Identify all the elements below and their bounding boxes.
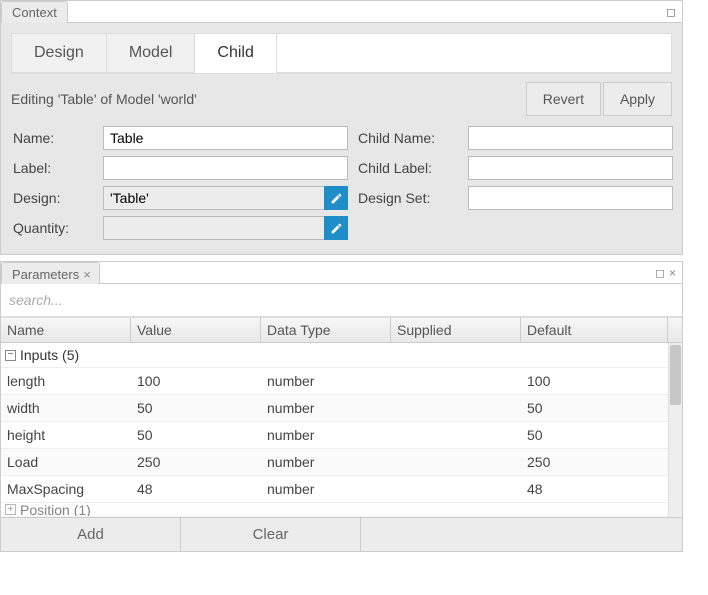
scroll-thumb[interactable] <box>670 345 681 405</box>
parameters-body: Name Value Data Type Supplied Default − … <box>1 284 682 551</box>
tab-child[interactable]: Child <box>195 34 276 73</box>
designset-input[interactable] <box>468 186 673 210</box>
quantity-input-group <box>103 216 348 240</box>
editing-row: Editing 'Table' of Model 'world' Revert … <box>1 74 682 120</box>
close-panel-icon[interactable]: × <box>669 266 676 280</box>
footer-spacer <box>361 518 682 551</box>
name-label: Name: <box>13 130 93 146</box>
group-row-inputs[interactable]: − Inputs (5) <box>1 343 668 368</box>
parameters-tab[interactable]: Parameters × <box>1 262 100 284</box>
table-row[interactable]: MaxSpacing 48 number 48 <box>1 476 668 503</box>
name-input[interactable] <box>103 126 348 150</box>
context-panel: Context ◻ Design Model Child Editing 'Ta… <box>0 0 683 255</box>
col-value[interactable]: Value <box>131 318 261 342</box>
label-input[interactable] <box>103 156 348 180</box>
cell-name: height <box>1 422 131 448</box>
cell-default: 48 <box>521 476 668 502</box>
group-row-position[interactable]: + Position (1) <box>1 503 668 517</box>
maximize-icon[interactable]: ◻ <box>655 266 665 280</box>
cell-name: Load <box>1 449 131 475</box>
params-window-icons: ◻ × <box>649 262 682 284</box>
cell-supplied <box>391 476 521 502</box>
table-row[interactable]: width 50 number 50 <box>1 395 668 422</box>
inner-tabs: Design Model Child <box>12 34 671 73</box>
col-scroll-gutter <box>668 318 682 342</box>
group-label: Inputs (5) <box>20 347 79 363</box>
design-edit-button[interactable] <box>324 186 348 210</box>
cell-default: 250 <box>521 449 668 475</box>
form-grid: Name: Child Name: Label: Child Label: De… <box>1 120 682 254</box>
cell-value[interactable]: 250 <box>131 449 261 475</box>
quantity-label: Quantity: <box>13 220 93 236</box>
quantity-edit-button[interactable] <box>324 216 348 240</box>
apply-button[interactable]: Apply <box>603 82 672 116</box>
label-label: Label: <box>13 160 93 176</box>
cell-supplied <box>391 422 521 448</box>
cell-dtype: number <box>261 395 391 421</box>
tab-model[interactable]: Model <box>107 34 196 73</box>
cell-supplied <box>391 368 521 394</box>
maximize-icon[interactable]: ◻ <box>666 1 682 23</box>
col-supplied[interactable]: Supplied <box>391 318 521 342</box>
context-tab-row: Context ◻ <box>1 1 682 23</box>
context-tab[interactable]: Context <box>1 1 68 23</box>
cell-supplied <box>391 395 521 421</box>
childlabel-label: Child Label: <box>358 160 458 176</box>
childname-label: Child Name: <box>358 130 458 146</box>
revert-button[interactable]: Revert <box>526 82 601 116</box>
clear-button[interactable]: Clear <box>181 518 361 551</box>
quantity-input[interactable] <box>103 216 324 240</box>
context-body: Design Model Child Editing 'Table' of Mo… <box>1 33 682 254</box>
scrollbar[interactable] <box>668 343 682 517</box>
pencil-icon <box>330 222 343 235</box>
cell-dtype: number <box>261 422 391 448</box>
design-input-group <box>103 186 348 210</box>
cell-dtype: number <box>261 476 391 502</box>
cell-value[interactable]: 48 <box>131 476 261 502</box>
pencil-icon <box>330 192 343 205</box>
tab-spacer <box>67 1 666 23</box>
childlabel-input[interactable] <box>468 156 673 180</box>
grid-header: Name Value Data Type Supplied Default <box>1 318 682 343</box>
cell-dtype: number <box>261 449 391 475</box>
childname-input[interactable] <box>468 126 673 150</box>
parameters-panel: Parameters × ◻ × Name Value Data Type Su… <box>0 261 683 552</box>
collapse-icon[interactable]: − <box>5 350 16 361</box>
parameters-grid: Name Value Data Type Supplied Default − … <box>1 317 682 551</box>
group-label: Position (1) <box>20 503 91 517</box>
parameters-tab-label: Parameters <box>12 267 79 282</box>
grid-footer: Add Clear <box>1 517 682 551</box>
parameters-tab-row: Parameters × ◻ × <box>1 262 682 284</box>
cell-name: width <box>1 395 131 421</box>
tab-design[interactable]: Design <box>12 34 107 73</box>
design-label: Design: <box>13 190 93 206</box>
inner-tabs-wrap: Design Model Child <box>11 33 672 74</box>
designset-label: Design Set: <box>358 190 458 206</box>
cell-name: length <box>1 368 131 394</box>
close-icon[interactable]: × <box>83 267 91 282</box>
cell-value[interactable]: 50 <box>131 422 261 448</box>
add-button[interactable]: Add <box>1 518 181 551</box>
search-input[interactable] <box>1 284 682 317</box>
cell-supplied <box>391 449 521 475</box>
cell-value[interactable]: 100 <box>131 368 261 394</box>
expand-icon[interactable]: + <box>5 504 16 515</box>
cell-value[interactable]: 50 <box>131 395 261 421</box>
cell-name: MaxSpacing <box>1 476 131 502</box>
col-default[interactable]: Default <box>521 318 668 342</box>
table-row[interactable]: height 50 number 50 <box>1 422 668 449</box>
col-name[interactable]: Name <box>1 318 131 342</box>
params-spacer <box>100 262 649 284</box>
cell-default: 50 <box>521 395 668 421</box>
grid-body: − Inputs (5) length 100 number 100 width… <box>1 343 668 517</box>
table-row[interactable]: Load 250 number 250 <box>1 449 668 476</box>
cell-dtype: number <box>261 368 391 394</box>
grid-body-wrap: − Inputs (5) length 100 number 100 width… <box>1 343 682 517</box>
design-input[interactable] <box>103 186 324 210</box>
editing-text: Editing 'Table' of Model 'world' <box>11 91 524 107</box>
cell-default: 50 <box>521 422 668 448</box>
col-datatype[interactable]: Data Type <box>261 318 391 342</box>
table-row[interactable]: length 100 number 100 <box>1 368 668 395</box>
cell-default: 100 <box>521 368 668 394</box>
